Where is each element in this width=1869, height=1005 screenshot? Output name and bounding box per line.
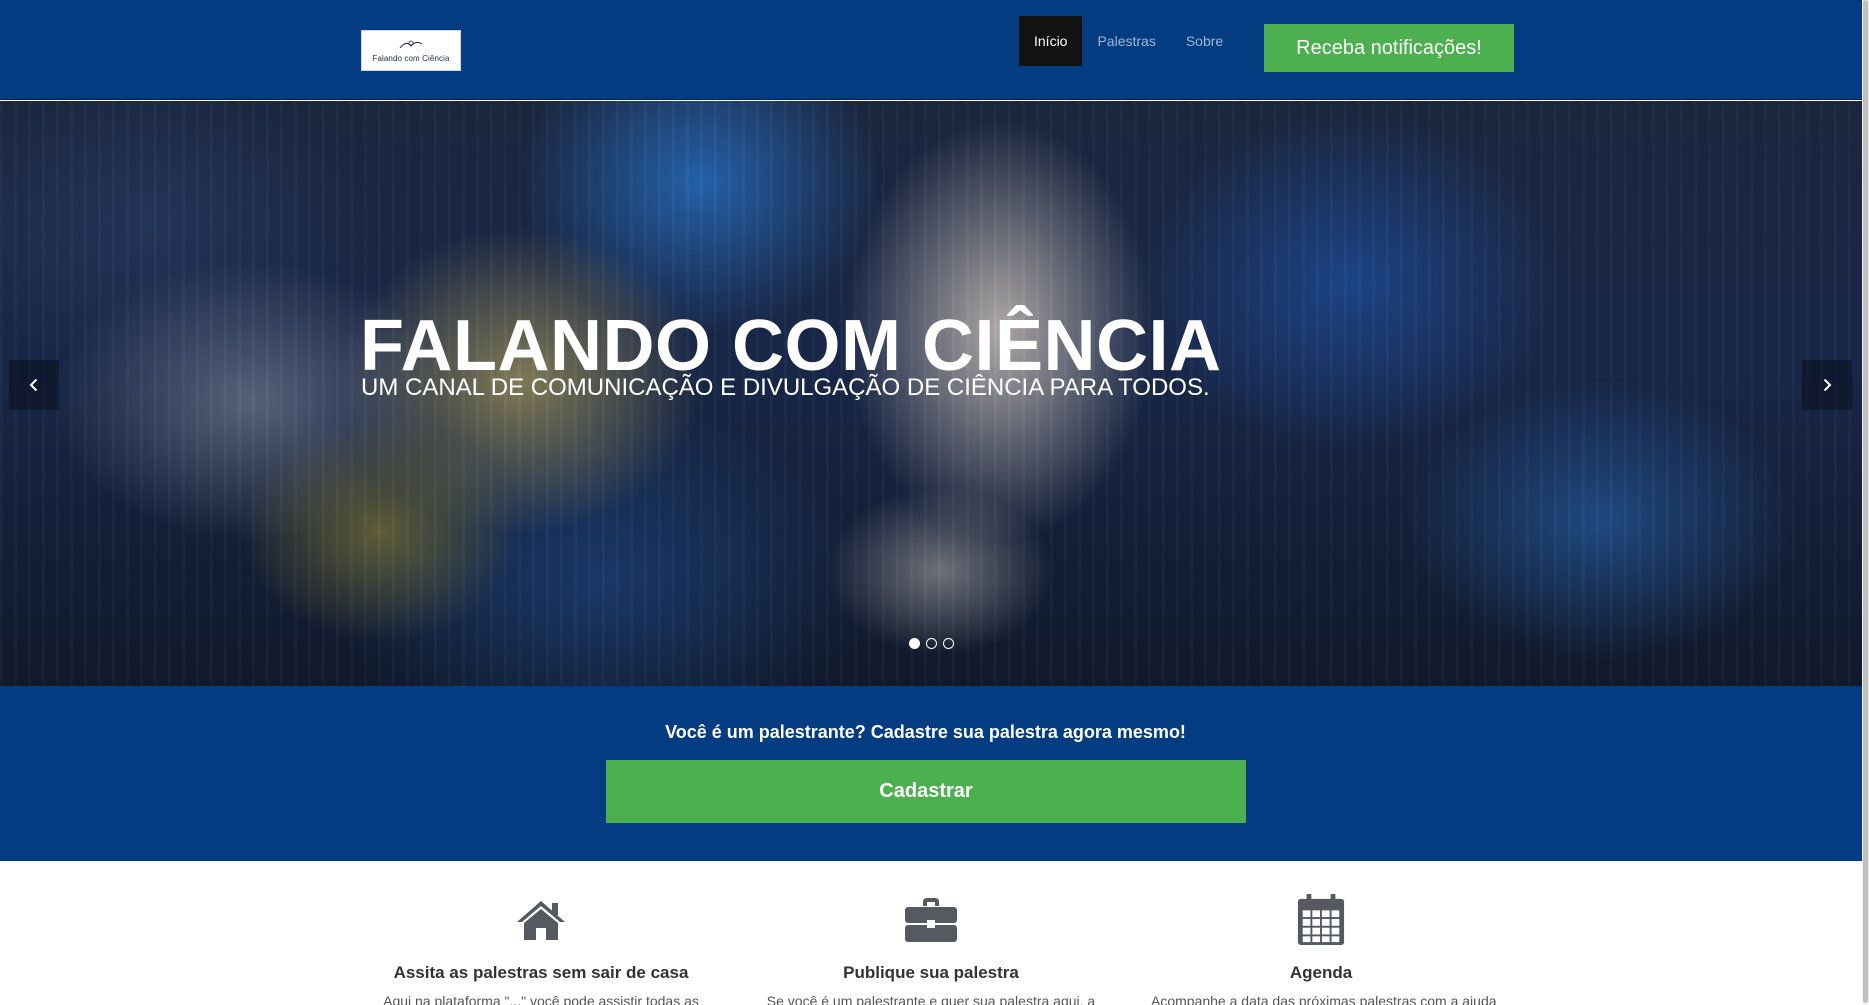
navbar: Falando com Ciência Início Palestras Sob… xyxy=(0,0,1862,100)
chevron-right-icon xyxy=(1823,378,1832,392)
hero-subtitle: UM CANAL DE COMUNICAÇÃO E DIVULGAÇÃO DE … xyxy=(361,374,1210,401)
site-logo[interactable]: Falando com Ciência xyxy=(361,30,461,71)
nav-item-palestras[interactable]: Palestras xyxy=(1082,16,1170,66)
feature-agenda: Agenda Acompanhe a data das próximas pal… xyxy=(1151,861,1497,1005)
page-scrollbar[interactable] xyxy=(1862,0,1869,1005)
hero-carousel: FALANDO COM CIÊNCIA UM CANAL DE COMUNICA… xyxy=(0,101,1862,686)
carousel-dot-2[interactable] xyxy=(926,638,937,649)
chevron-left-icon xyxy=(29,378,38,392)
features-section: Assita as palestras sem sair de casa Aqu… xyxy=(0,861,1862,1005)
home-icon xyxy=(517,901,565,940)
calendar-icon xyxy=(1297,894,1345,945)
carousel-dot-1[interactable] xyxy=(909,638,920,649)
nav-item-sobre[interactable]: Sobre xyxy=(1171,16,1238,66)
cta-text: Você é um palestrante? Cadastre sua pale… xyxy=(665,722,1186,742)
speaker-cta-section: Você é um palestrante? Cadastre sua pale… xyxy=(0,686,1862,861)
main-nav: Início Palestras Sobre xyxy=(1019,16,1238,66)
feature-watch-from-home: Assita as palestras sem sair de casa Aqu… xyxy=(371,861,711,1005)
carousel-dot-3[interactable] xyxy=(943,638,954,649)
logo-mark-icon xyxy=(399,40,423,49)
feature-title: Publique sua palestra xyxy=(843,963,1019,982)
register-button[interactable]: Cadastrar xyxy=(606,760,1246,823)
carousel-indicators xyxy=(909,638,954,649)
carousel-next-button[interactable] xyxy=(1802,360,1852,410)
nav-item-inicio[interactable]: Início xyxy=(1019,16,1083,66)
page: Falando com Ciência Início Palestras Sob… xyxy=(0,0,1862,1005)
feature-publish-talk: Publique sua palestra Se você é um pales… xyxy=(761,861,1101,1005)
notify-button[interactable]: Receba notificações! xyxy=(1264,24,1514,72)
briefcase-icon xyxy=(905,898,957,942)
feature-text: Se você é um palestrante e quer sua pale… xyxy=(766,993,1096,1005)
feature-text: Aqui na plataforma "..." você pode assis… xyxy=(383,993,699,1005)
carousel-prev-button[interactable] xyxy=(9,360,59,410)
logo-text: Falando com Ciência xyxy=(372,54,450,63)
feature-text: Acompanhe a data das próximas palestras … xyxy=(1151,993,1497,1005)
scrollbar-thumb[interactable] xyxy=(1863,0,1868,1003)
feature-title: Agenda xyxy=(1289,963,1353,982)
feature-title: Assita as palestras sem sair de casa xyxy=(393,963,689,982)
